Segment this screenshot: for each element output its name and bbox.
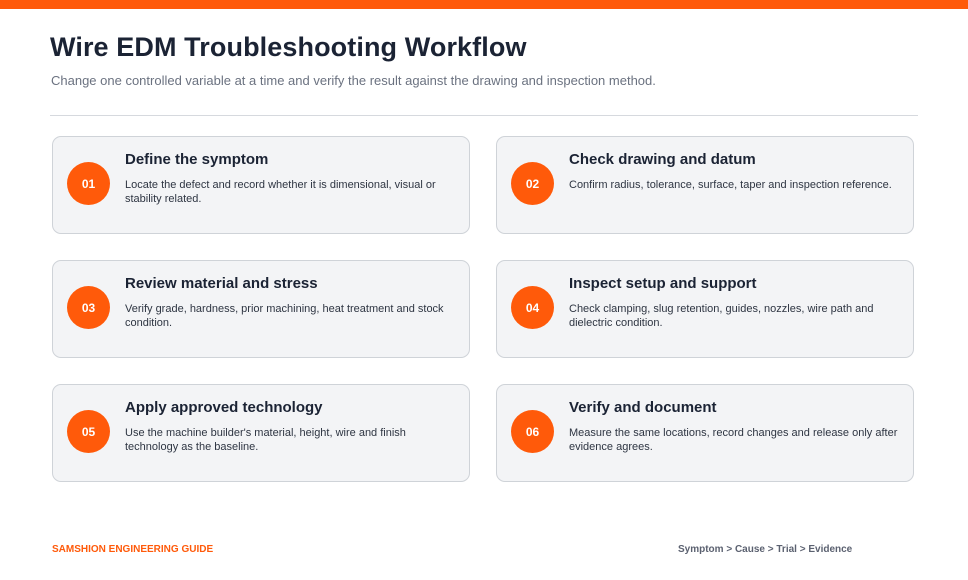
step-title: Review material and stress	[125, 275, 318, 292]
step-number-badge: 04	[511, 286, 554, 329]
step-title: Verify and document	[569, 399, 717, 416]
step-number-badge: 05	[67, 410, 110, 453]
page: Wire EDM Troubleshooting Workflow Change…	[0, 0, 968, 580]
footer-workflow-summary: Symptom > Cause > Trial > Evidence	[678, 544, 853, 555]
step-card-4: 04 Inspect setup and support Check clamp…	[496, 260, 914, 358]
header-divider	[50, 115, 918, 116]
step-title: Apply approved technology	[125, 399, 323, 416]
step-number-badge: 02	[511, 162, 554, 205]
step-card-6: 06 Verify and document Measure the same …	[496, 384, 914, 482]
step-description: Use the machine builder's material, heig…	[125, 427, 406, 453]
step-description: Check clamping, slug retention, guides, …	[569, 303, 874, 329]
step-description: Locate the defect and record whether it …	[125, 179, 436, 205]
step-title: Check drawing and datum	[569, 151, 756, 168]
top-accent-bar	[0, 0, 968, 9]
step-card-2: 02 Check drawing and datum Confirm radiu…	[496, 136, 914, 234]
step-number-badge: 03	[67, 286, 110, 329]
step-card-3: 03 Review material and stress Verify gra…	[52, 260, 470, 358]
step-number-badge: 01	[67, 162, 110, 205]
step-title: Inspect setup and support	[569, 275, 757, 292]
step-card-5: 05 Apply approved technology Use the mac…	[52, 384, 470, 482]
step-card-1: 01 Define the symptom Locate the defect …	[52, 136, 470, 234]
step-title: Define the symptom	[125, 151, 269, 168]
page-title: Wire EDM Troubleshooting Workflow	[50, 32, 527, 62]
step-description: Confirm radius, tolerance, surface, tape…	[569, 179, 892, 191]
footer-brand: SAMSHION ENGINEERING GUIDE	[52, 544, 214, 555]
step-description: Verify grade, hardness, prior machining,…	[125, 303, 444, 329]
page-subtitle: Change one controlled variable at a time…	[51, 73, 656, 88]
step-description: Measure the same locations, record chang…	[569, 427, 898, 453]
step-number-badge: 06	[511, 410, 554, 453]
